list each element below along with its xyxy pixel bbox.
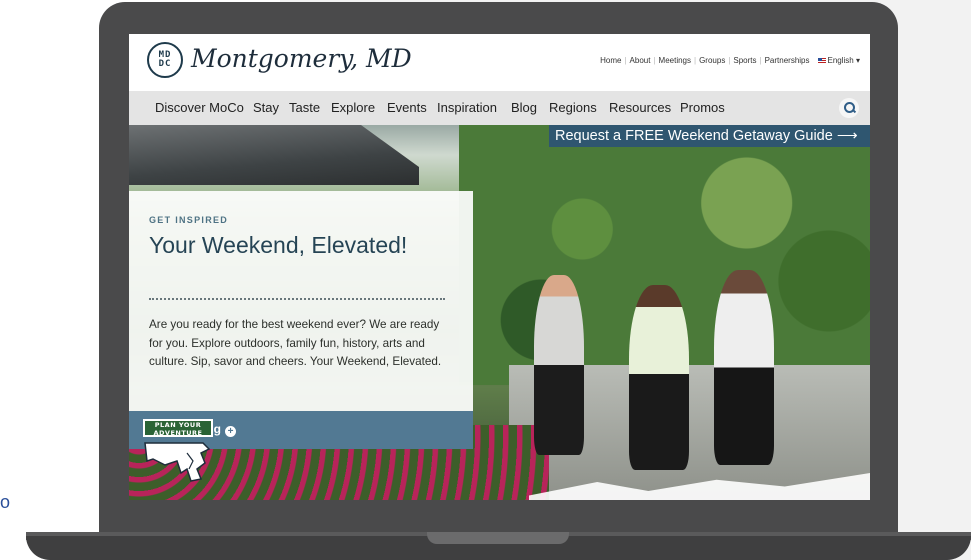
nav-discover-moco[interactable]: Discover MoCo [155,100,244,115]
plan-adventure-badge[interactable]: PLAN YOUR ADVENTURE [143,419,217,483]
hero-eyebrow: GET INSPIRED [149,215,229,225]
maryland-map-icon [144,442,211,482]
logo-monogram[interactable]: MD DC [147,42,183,78]
nav-stay[interactable]: Stay [253,100,279,115]
hero-person [534,275,584,455]
nav-blog[interactable]: Blog [511,100,537,115]
logo-wordmark[interactable]: Montgomery, MD [191,44,412,73]
search-icon[interactable] [839,98,859,118]
toplink-home[interactable]: Home [600,56,621,65]
edge-text: o [0,492,11,512]
site-header: MD DC Montgomery, MD Home | About | Meetin… [129,34,870,90]
toplink-groups[interactable]: Groups [699,56,725,65]
plus-circle-icon: + [225,426,236,437]
hero-image: Request a FREE Weekend Getaway Guide ⟶ G… [129,125,870,500]
main-nav: Discover MoCo Stay Taste Explore Events … [129,91,870,125]
hero-person [714,270,774,465]
nav-promos[interactable]: Promos [680,100,725,115]
toplink-about[interactable]: About [630,56,651,65]
hero-headline: Your Weekend, Elevated! [149,232,408,258]
toplink-sports[interactable]: Sports [733,56,756,65]
nav-events[interactable]: Events [387,100,427,115]
website-screen: MD DC Montgomery, MD Home | About | Meetin… [129,34,870,500]
toplink-meetings[interactable]: Meetings [659,56,691,65]
badge-label: PLAN YOUR ADVENTURE [143,419,213,437]
nav-regions[interactable]: Regions [549,100,597,115]
hero-card: GET INSPIRED Your Weekend, Elevated! Are… [129,191,473,411]
toplink-partnerships[interactable]: Partnerships [765,56,810,65]
language-selector[interactable]: English ▾ [828,56,860,65]
dotted-divider [149,298,445,300]
nav-inspiration[interactable]: Inspiration [437,100,497,115]
utility-links: Home | About | Meetings | Groups | Sports | P… [600,56,860,65]
hero-roof [129,125,419,185]
hero-body: Are you ready for the best weekend ever?… [149,318,442,368]
nav-explore[interactable]: Explore [331,100,375,115]
hero-person [629,285,689,470]
us-flag-icon [817,57,826,64]
laptop-notch [427,532,569,544]
nav-resources[interactable]: Resources [609,100,671,115]
request-guide-banner[interactable]: Request a FREE Weekend Getaway Guide ⟶ [549,125,870,147]
nav-taste[interactable]: Taste [289,100,320,115]
